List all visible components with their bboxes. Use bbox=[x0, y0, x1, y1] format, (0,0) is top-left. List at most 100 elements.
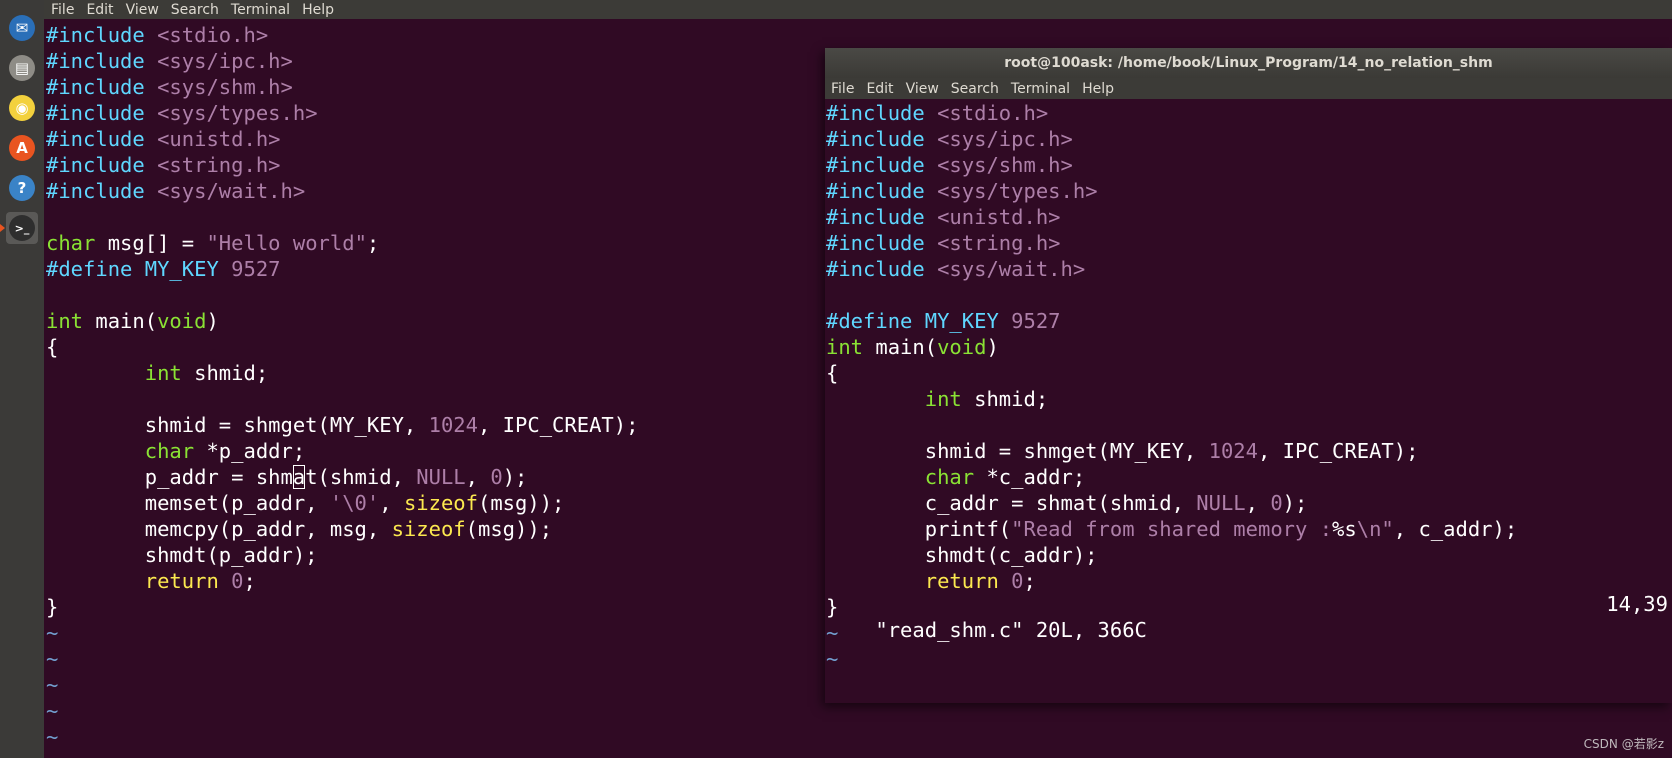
code-line: shmdt(c_addr); bbox=[826, 542, 1672, 568]
help-icon[interactable]: ? bbox=[6, 172, 38, 204]
code-token: <unistd.h> bbox=[157, 127, 281, 151]
code-token: memcpy(p_addr, msg, bbox=[46, 517, 392, 541]
code-token: %s bbox=[1332, 517, 1357, 541]
code-token: sizeof bbox=[391, 517, 466, 541]
status-file-info: "read_shm.c" 20L, 366C bbox=[875, 618, 1147, 642]
terminal-icon[interactable]: >_ bbox=[6, 212, 38, 244]
menu-help[interactable]: Help bbox=[1076, 81, 1120, 97]
files-icon-glyph: ▤ bbox=[9, 55, 35, 81]
code-token: 0 bbox=[1270, 491, 1283, 515]
menu-bar: File Edit View Search Terminal Help bbox=[825, 78, 1672, 99]
code-token: int bbox=[46, 309, 84, 333]
code-token: ) bbox=[206, 309, 219, 333]
empty-line-marker: ~ bbox=[46, 724, 1672, 750]
rhythmbox-icon[interactable]: ◉ bbox=[6, 92, 38, 124]
code-token: NULL bbox=[1196, 491, 1246, 515]
menu-terminal[interactable]: Terminal bbox=[225, 2, 296, 18]
menu-edit[interactable]: Edit bbox=[860, 81, 899, 97]
window-title: root@100ask: /home/book/Linux_Program/14… bbox=[825, 48, 1672, 78]
code-token: #include bbox=[46, 153, 145, 177]
files-icon[interactable]: ▤ bbox=[6, 52, 38, 84]
code-token: , bbox=[379, 491, 404, 515]
code-token: shmid = shmget(MY_KEY, bbox=[826, 439, 1209, 463]
menu-view[interactable]: View bbox=[120, 2, 165, 18]
menu-edit[interactable]: Edit bbox=[80, 2, 119, 18]
code-token: int bbox=[144, 361, 182, 385]
code-token: , IPC_CREAT); bbox=[477, 413, 639, 437]
code-line: #define MY_KEY 9527 bbox=[826, 308, 1672, 334]
menu-view[interactable]: View bbox=[900, 81, 945, 97]
menu-file[interactable]: File bbox=[44, 2, 80, 18]
code-token: #include bbox=[46, 23, 145, 47]
menu-file[interactable]: File bbox=[825, 81, 860, 97]
code-token: msg[] = bbox=[95, 231, 207, 255]
code-token: 0 bbox=[231, 569, 244, 593]
code-token: <sys/ipc.h> bbox=[157, 49, 293, 73]
code-token: } bbox=[46, 595, 59, 619]
code-token: sizeof bbox=[403, 491, 478, 515]
text-cursor: a bbox=[292, 465, 306, 489]
code-token: *c_addr; bbox=[974, 465, 1086, 489]
terminal-window-read[interactable]: root@100ask: /home/book/Linux_Program/14… bbox=[825, 48, 1672, 703]
code-token: <unistd.h> bbox=[937, 205, 1061, 229]
code-line: #include <string.h> bbox=[826, 230, 1672, 256]
code-token: #define bbox=[46, 257, 133, 281]
menu-help[interactable]: Help bbox=[296, 2, 340, 18]
code-token: #include bbox=[826, 179, 925, 203]
code-token: ); bbox=[502, 465, 528, 489]
menu-bar: File Edit View Search Terminal Help bbox=[44, 0, 1672, 19]
terminal-icon-glyph: >_ bbox=[9, 215, 35, 241]
code-token: return bbox=[144, 569, 219, 593]
code-token: '\0' bbox=[329, 491, 380, 515]
code-token: printf( bbox=[826, 517, 1012, 541]
code-token: , bbox=[465, 465, 491, 489]
code-token: void bbox=[157, 309, 207, 333]
code-token: <stdio.h> bbox=[937, 101, 1049, 125]
menu-terminal[interactable]: Terminal bbox=[1005, 81, 1076, 97]
code-token: ; bbox=[1023, 569, 1036, 593]
code-token: #include bbox=[46, 101, 145, 125]
code-token: 0 bbox=[490, 465, 503, 489]
watermark: CSDN @若影z bbox=[1583, 737, 1664, 751]
code-editor-read-shm[interactable]: #include <stdio.h> #include <sys/ipc.h> #i… bbox=[825, 99, 1672, 672]
code-token: <string.h> bbox=[937, 231, 1061, 255]
code-line: #include <sys/shm.h> bbox=[826, 152, 1672, 178]
code-token: shmid; bbox=[181, 361, 269, 385]
code-token: 1024 bbox=[1208, 439, 1258, 463]
code-token: <sys/wait.h> bbox=[937, 257, 1086, 281]
thunderbird-icon[interactable]: ✉ bbox=[6, 12, 38, 44]
code-token: char bbox=[924, 465, 975, 489]
code-token: return bbox=[924, 569, 999, 593]
code-token: MY_KEY bbox=[924, 309, 999, 333]
status-cursor-position: 14,39 bbox=[1606, 592, 1668, 616]
code-line: #include <stdio.h> bbox=[826, 100, 1672, 126]
menu-search[interactable]: Search bbox=[165, 2, 225, 18]
code-token: (msg)); bbox=[465, 517, 553, 541]
software-center-icon[interactable]: A bbox=[6, 132, 38, 164]
code-token: #include bbox=[826, 127, 925, 151]
code-token: { bbox=[826, 361, 839, 385]
menu-search[interactable]: Search bbox=[945, 81, 1005, 97]
code-token: <sys/shm.h> bbox=[157, 75, 293, 99]
thunderbird-icon-glyph: ✉ bbox=[9, 15, 35, 41]
code-token: main( bbox=[83, 309, 158, 333]
code-token: #include bbox=[46, 179, 145, 203]
code-token: , c_addr); bbox=[1393, 517, 1518, 541]
code-line: int main(void) bbox=[826, 334, 1672, 360]
code-token: void bbox=[937, 335, 987, 359]
code-token: ~ bbox=[46, 725, 59, 749]
code-token: #include bbox=[826, 153, 925, 177]
code-token: shmid; bbox=[961, 387, 1049, 411]
